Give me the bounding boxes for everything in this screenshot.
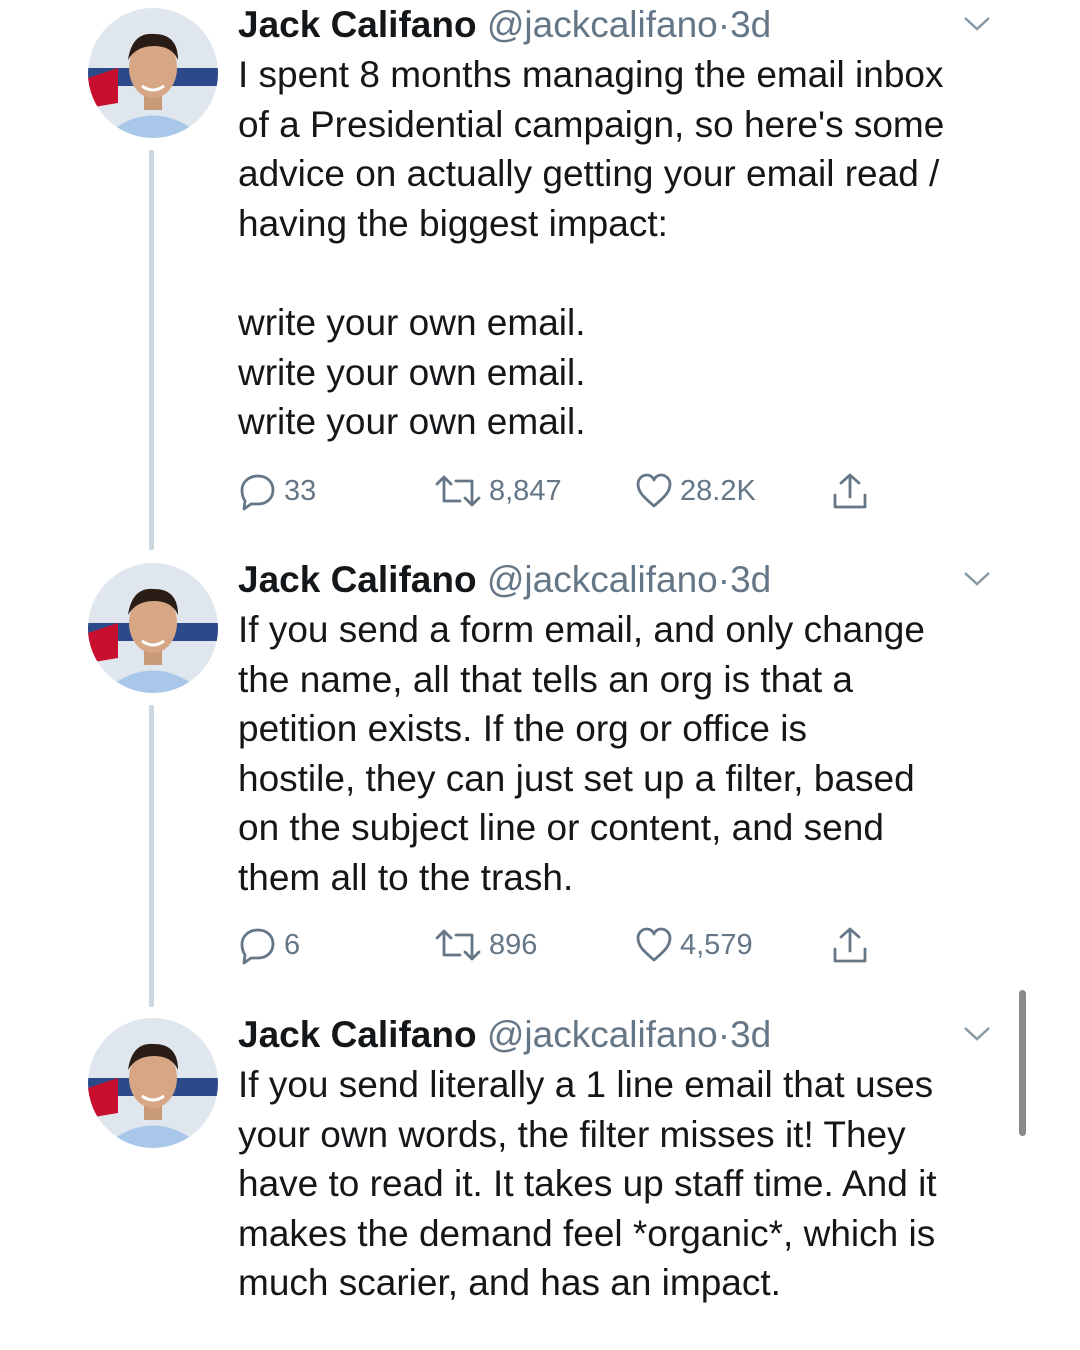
thread-connector-line xyxy=(149,705,154,1007)
like-button[interactable]: 28.2K xyxy=(634,466,756,516)
share-icon xyxy=(833,473,867,509)
tweet-timestamp[interactable]: 3d xyxy=(730,1014,771,1055)
retweet-icon xyxy=(435,475,481,507)
paragraph-break xyxy=(238,248,998,298)
tweet-text-line: If you send literally a 1 line email tha… xyxy=(238,1064,934,1105)
tweet-text-line: hostile, they can just set up a filter, … xyxy=(238,757,915,799)
tweet-text-line: I spent 8 months managing the email inbo… xyxy=(238,54,944,95)
retweet-icon xyxy=(435,929,481,961)
chevron-down-icon[interactable] xyxy=(962,569,992,589)
tweet-text-line: your own words, the filter misses it! Th… xyxy=(238,1113,906,1155)
tweet-header: Jack Califano @jackcalifano·3d xyxy=(238,1010,998,1060)
tweet-content: Jack Califano @jackcalifano·3d I spent 8… xyxy=(238,0,998,447)
tweet-text-line: advice on actually getting your email re… xyxy=(238,153,940,195)
separator-dot: · xyxy=(717,4,731,45)
heart-icon xyxy=(636,927,672,962)
tweet-text-line: them all to the trash. xyxy=(238,856,574,898)
tweet-text-line: the name, all that tells an org is that … xyxy=(238,658,853,700)
tweet-text-line: write your own email. xyxy=(238,401,586,443)
author-name[interactable]: Jack Califano xyxy=(238,559,477,600)
author-name[interactable]: Jack Califano xyxy=(238,4,477,45)
avatar[interactable] xyxy=(88,8,218,138)
separator-dot: · xyxy=(717,1014,731,1055)
share-icon xyxy=(833,927,867,963)
tweet-text: If you send a form email, and only chang… xyxy=(238,605,998,903)
like-count: 4,579 xyxy=(680,928,753,961)
tweet-header: Jack Califano @jackcalifano·3d xyxy=(238,555,998,605)
share-button[interactable] xyxy=(830,466,876,516)
tweet-actions: 6 896 4,579 xyxy=(238,920,878,970)
chevron-down-icon[interactable] xyxy=(962,1024,992,1044)
tweet-text-line: having the biggest impact: xyxy=(238,202,668,244)
tweet-text-line: of a Presidential campaign, so here's so… xyxy=(238,103,945,145)
tweet-text-line: write your own email. xyxy=(238,301,586,343)
heart-icon xyxy=(636,473,672,508)
tweet-thread: Jack Califano @jackcalifano·3d I spent 8… xyxy=(0,0,1080,1350)
like-button[interactable]: 4,579 xyxy=(634,920,753,970)
reply-button[interactable]: 6 xyxy=(238,920,300,970)
retweet-count: 896 xyxy=(489,928,538,961)
reply-icon xyxy=(240,928,275,965)
tweet-content: Jack Califano @jackcalifano·3d If you se… xyxy=(238,1010,998,1308)
author-handle[interactable]: @jackcalifano xyxy=(487,559,718,600)
scrollbar-thumb[interactable] xyxy=(1019,990,1026,1136)
tweet-text-line: have to read it. It takes up staff time.… xyxy=(238,1163,937,1205)
retweet-button[interactable]: 8,847 xyxy=(433,466,562,516)
tweet[interactable]: Jack Califano @jackcalifano·3d If you se… xyxy=(0,555,1080,1007)
reply-count: 33 xyxy=(284,474,317,507)
avatar[interactable] xyxy=(88,563,218,693)
author-handle[interactable]: @jackcalifano xyxy=(487,1014,718,1055)
avatar[interactable] xyxy=(88,1018,218,1148)
tweet-timestamp[interactable]: 3d xyxy=(730,559,771,600)
chevron-down-icon[interactable] xyxy=(962,14,992,34)
tweet-text-line: makes the demand feel *organic*, which i… xyxy=(238,1212,936,1254)
tweet-actions: 33 8,847 28.2K xyxy=(238,466,878,516)
tweet-header: Jack Califano @jackcalifano·3d xyxy=(238,0,998,50)
retweet-count: 8,847 xyxy=(489,474,562,507)
reply-icon xyxy=(240,474,275,511)
thread-connector-line xyxy=(149,150,154,550)
tweet-content: Jack Califano @jackcalifano·3d If you se… xyxy=(238,555,998,903)
tweet-text-line: petition exists. If the org or office is xyxy=(238,708,807,750)
tweet-text-line: If you send a form email, and only chang… xyxy=(238,609,925,650)
tweet-text-line: much scarier, and has an impact. xyxy=(238,1262,781,1304)
like-count: 28.2K xyxy=(680,474,756,507)
retweet-button[interactable]: 896 xyxy=(433,920,537,970)
author-handle[interactable]: @jackcalifano xyxy=(487,4,718,45)
avatar-photo xyxy=(88,1018,218,1148)
avatar-photo xyxy=(88,8,218,138)
tweet[interactable]: Jack Califano @jackcalifano·3d I spent 8… xyxy=(0,0,1080,550)
tweet-text-line: write your own email. xyxy=(238,351,586,393)
author-name[interactable]: Jack Califano xyxy=(238,1014,477,1055)
tweet-text: If you send literally a 1 line email tha… xyxy=(238,1060,998,1308)
avatar-photo xyxy=(88,563,218,693)
share-button[interactable] xyxy=(830,920,876,970)
reply-button[interactable]: 33 xyxy=(238,466,316,516)
tweet-timestamp[interactable]: 3d xyxy=(730,4,771,45)
tweet[interactable]: Jack Califano @jackcalifano·3d If you se… xyxy=(0,1010,1080,1350)
tweet-text: I spent 8 months managing the email inbo… xyxy=(238,50,998,447)
reply-count: 6 xyxy=(284,928,301,961)
separator-dot: · xyxy=(717,559,731,600)
tweet-text-line: on the subject line or content, and send xyxy=(238,807,884,849)
